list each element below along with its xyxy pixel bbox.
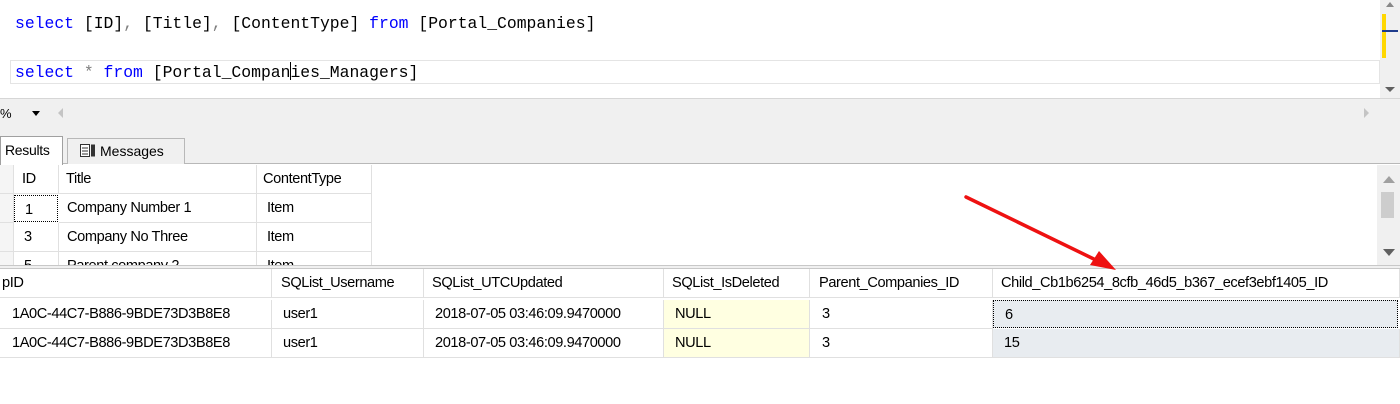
tab-messages-label: Messages [100,143,164,159]
chevron-down-icon[interactable] [32,111,40,116]
table-cell-isdeleted[interactable]: NULL [664,300,810,329]
editor-vertical-scrollbar[interactable] [1380,0,1400,98]
column-header-id[interactable]: ID [14,165,59,194]
column-header-child-id[interactable]: Child_Cb1b6254_8cfb_46d5_b367_ecef3ebf14… [993,269,1400,298]
caret-position-marker [1382,30,1398,32]
column-contenttype: [ContentType] [221,14,370,33]
table-cell-parent-companies-id[interactable]: 3 [810,300,993,329]
table-cell-id[interactable]: 1A0C-44C7-B886-9BDE73D3B8E8 [0,300,272,329]
column-header-isdeleted[interactable]: SQList_IsDeleted [664,269,810,298]
change-marker [1382,14,1386,58]
row-header-corner [0,165,14,194]
scroll-down-icon[interactable] [1383,249,1395,256]
table-name-part-b: ies_Managers] [290,63,419,82]
row-number[interactable] [0,223,14,252]
table-cell-username[interactable]: user1 [272,300,424,329]
table-cell-contenttype[interactable]: Item [257,223,372,252]
table-cell-parent-companies-id[interactable]: 3 [810,329,993,358]
tab-results[interactable]: Results [0,136,63,165]
table-cell-utcupdated[interactable]: 2018-07-05 03:46:09.9470000 [424,329,664,358]
table-name-part-a: [Portal_Compan [142,63,291,82]
table-cell-contenttype[interactable]: Item [257,194,372,223]
results-tabstrip: Results Messages [0,128,1400,165]
zoom-level[interactable]: % [0,106,12,121]
star-wildcard: * [74,63,104,82]
query-line-2[interactable]: select * from [Portal_Companies_Managers… [15,62,418,82]
keyword-select: select [15,14,75,33]
scroll-up-icon[interactable] [1386,2,1394,7]
table-cell-id[interactable]: 5 [14,252,59,265]
tab-messages[interactable]: Messages [67,138,185,164]
table-cell-title[interactable]: Company Number 1 [59,194,257,223]
scroll-left-icon[interactable] [58,108,63,118]
table-cell-id[interactable]: 1 [14,195,58,222]
keyword-from: from [103,63,143,82]
table-cell-title[interactable]: Company No Three [59,223,257,252]
scroll-down-icon[interactable] [1385,87,1395,92]
row-number[interactable] [0,194,14,223]
table-cell-title[interactable]: Parent company 2 [59,252,257,265]
table-cell-utcupdated[interactable]: 2018-07-05 03:46:09.9470000 [424,300,664,329]
sql-editor[interactable]: select [ID], [Title], [ContentType] from… [0,0,1400,98]
column-header-contenttype[interactable]: ContentType [257,165,372,194]
results-grid-1: ID Title ContentType 1 Company Number 1 … [0,165,1400,265]
table-cell-contenttype[interactable]: Item [257,252,372,265]
table-cell-username[interactable]: user1 [272,329,424,358]
table-cell-child-id[interactable]: 6 [993,300,1398,328]
column-id: [ID] [74,14,124,33]
column-header-id[interactable]: pID [0,269,272,298]
row-number[interactable] [0,252,14,265]
table-name: [Portal_Companies] [408,14,596,33]
column-header-parent-companies-id[interactable]: Parent_Companies_ID [810,269,993,298]
query-line-1[interactable]: select [ID], [Title], [ContentType] from… [15,14,595,33]
table-cell-isdeleted[interactable]: NULL [664,329,810,358]
scroll-up-icon[interactable] [1383,176,1395,183]
results-grid-2: pID SQList_Username SQList_UTCUpdated SQ… [0,269,1400,404]
table-cell-id[interactable]: 1A0C-44C7-B886-9BDE73D3B8E8 [0,329,272,358]
scroll-thumb[interactable] [1381,192,1394,218]
keyword-select: select [15,63,75,82]
zoom-bar: % [0,98,1400,128]
messages-icon [80,144,95,157]
scroll-right-icon[interactable] [1364,108,1369,118]
grid-vertical-scrollbar[interactable] [1377,165,1400,265]
column-header-title[interactable]: Title [59,165,257,194]
keyword-from: from [369,14,409,33]
column-header-utcupdated[interactable]: SQList_UTCUpdated [424,269,664,298]
comma: , [123,14,134,33]
table-cell-child-id[interactable]: 15 [993,329,1400,358]
column-header-username[interactable]: SQList_Username [272,269,424,298]
table-cell-id[interactable]: 3 [14,223,59,252]
comma: , [211,14,222,33]
column-title: [Title] [133,14,212,33]
